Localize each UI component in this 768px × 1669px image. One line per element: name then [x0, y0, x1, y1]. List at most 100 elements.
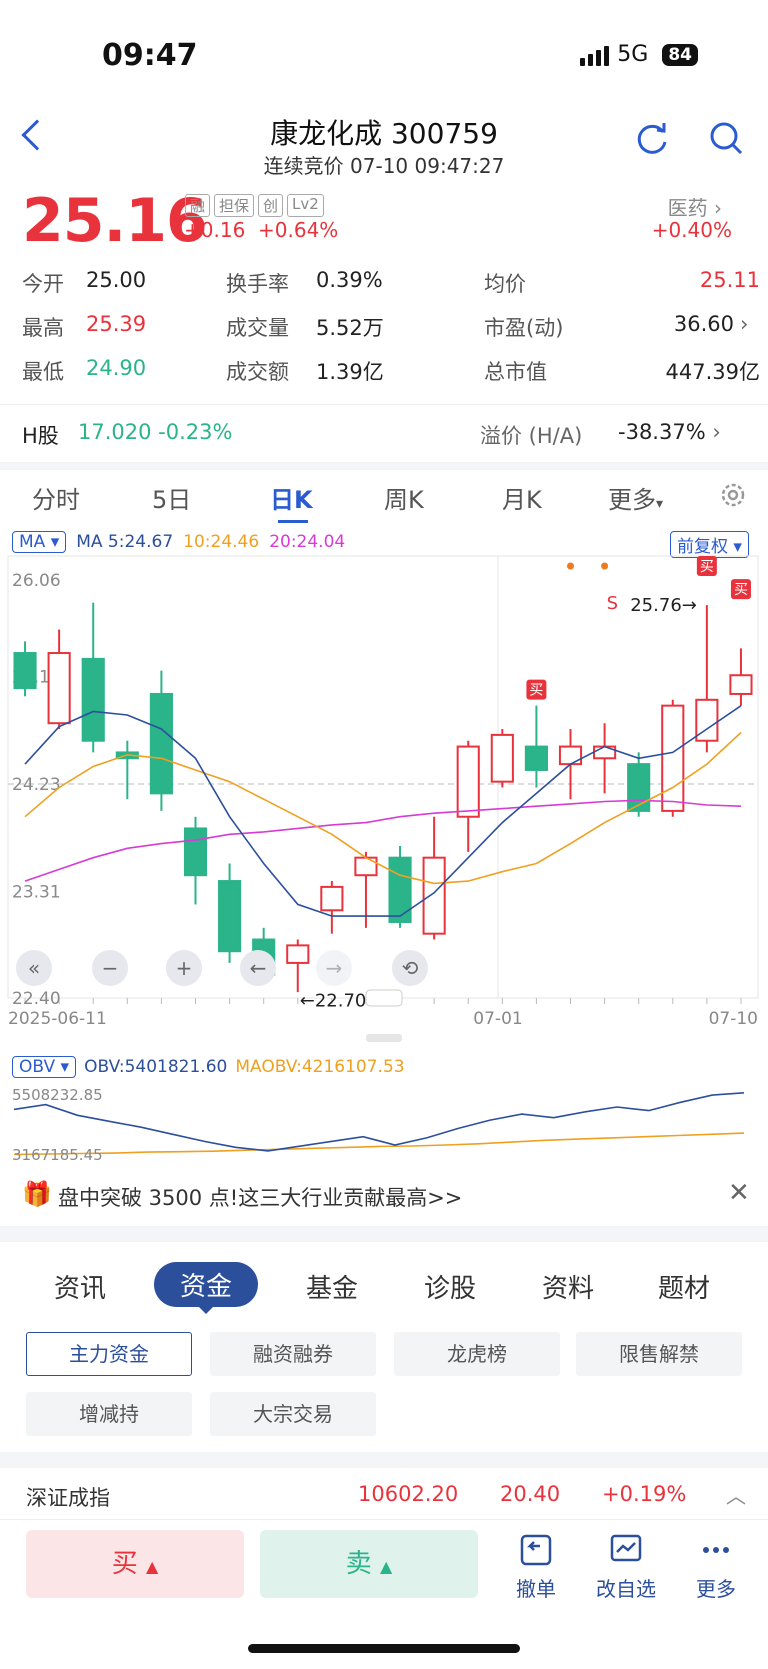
tab-intraday[interactable]: 分时	[32, 480, 80, 515]
tag-guarantee: 担保	[214, 194, 255, 217]
edit-watchlist-icon	[610, 1534, 642, 1562]
close-icon[interactable]: ✕	[728, 1178, 750, 1208]
stock-header: 康龙化成 300759 连续竞价 07-10 09:47:27	[0, 108, 768, 178]
tab-more[interactable]: 更多▾	[608, 480, 663, 515]
stat-value: 447.39亿	[665, 360, 760, 384]
tab-diagnosis[interactable]: 诊股	[424, 1268, 476, 1305]
ma10-line	[24, 731, 742, 885]
sector-change: +0.40%	[651, 218, 732, 242]
chip-holdings-change[interactable]: 增减持	[26, 1392, 192, 1436]
buy-marker: 买	[734, 582, 748, 598]
candle-body	[183, 827, 208, 877]
x-tick-label: 07-10	[709, 1009, 758, 1029]
sell-marker: S	[607, 593, 618, 614]
cancel-order-button[interactable]: 撤单	[496, 1532, 576, 1602]
premium-number: -38.37%	[618, 420, 706, 444]
y-tick-label: 23.31	[12, 883, 61, 903]
chip-margin[interactable]: 融资融券	[210, 1332, 376, 1376]
last-price: 25.16	[22, 186, 208, 256]
buy-marker: 买	[700, 559, 714, 575]
candle-body	[320, 885, 344, 912]
stat-label: 成交额	[226, 360, 289, 384]
gift-icon: 🎁	[22, 1180, 52, 1208]
candle-body	[490, 733, 514, 783]
stat-value: 25.39	[86, 312, 147, 336]
index-bar[interactable]: 深证成指 10602.20 20.40 +0.19% ︿	[0, 1468, 768, 1520]
more-button[interactable]: 更多	[676, 1532, 756, 1602]
pane-resize-handle	[366, 1034, 402, 1042]
section-gap	[0, 462, 768, 470]
hshare-label: H股	[22, 424, 59, 448]
chevron-up-icon[interactable]: ︿	[726, 1480, 746, 1509]
edit-watchlist-button[interactable]: 改自选	[586, 1532, 666, 1602]
notice-text: 盘中突破 3500 点!这三大行业贡献最高>>	[58, 1186, 463, 1210]
tag-chinext: 创	[258, 194, 284, 217]
candle-body	[456, 745, 480, 818]
stat-label: 均价	[484, 272, 526, 296]
candle-body	[13, 652, 37, 690]
chip-lockup[interactable]: 限售解禁	[576, 1332, 742, 1376]
premium-value[interactable]: -38.37% ›	[618, 420, 721, 444]
refresh-icon[interactable]	[632, 118, 672, 158]
candle-body	[558, 745, 583, 766]
edit-watchlist-label: 改自选	[596, 1577, 656, 1601]
sector-link[interactable]: 医药 ›	[668, 192, 722, 221]
tab-monthly-k[interactable]: 月K	[502, 480, 542, 515]
stat-value: 1.39亿	[316, 360, 384, 384]
scroll-left-icon[interactable]: ←	[240, 950, 276, 986]
chip-dragon-tiger[interactable]: 龙虎榜	[394, 1332, 560, 1376]
active-tab-indicator	[278, 520, 308, 523]
chart-drag-handle	[365, 989, 403, 1007]
index-value: 10602.20	[358, 1482, 459, 1506]
zoom-out-icon[interactable]: −	[92, 950, 128, 986]
price-change: +0.16 +0.64%	[184, 218, 339, 242]
stat-label: 换手率	[226, 272, 289, 296]
chip-main-funds[interactable]: 主力资金	[26, 1332, 192, 1376]
chip-block-trade[interactable]: 大宗交易	[210, 1392, 376, 1436]
tab-fund[interactable]: 基金	[306, 1268, 358, 1305]
candle-body	[354, 856, 378, 877]
divider	[0, 404, 768, 405]
tab-5day[interactable]: 5日	[152, 480, 191, 515]
tab-more-label: 更多	[608, 486, 656, 514]
tab-news[interactable]: 资讯	[54, 1268, 106, 1305]
scroll-start-icon[interactable]: «	[16, 950, 52, 986]
buy-marker: 买	[529, 683, 543, 699]
candle-body	[661, 704, 685, 812]
tab-weekly-k[interactable]: 周K	[384, 480, 424, 515]
notice-banner[interactable]: 🎁 盘中突破 3500 点!这三大行业贡献最高>> ✕	[0, 1172, 768, 1222]
tab-funds-flow[interactable]: 资金	[154, 1262, 259, 1307]
zoom-in-icon[interactable]: +	[166, 950, 202, 986]
caret-up-icon: ▲	[379, 1557, 393, 1576]
stat-value: 25.11	[699, 268, 760, 292]
index-change: 20.40	[500, 1482, 561, 1506]
chevron-right-icon: ›	[714, 196, 722, 220]
chevron-right-icon[interactable]: ›	[740, 312, 748, 336]
stat-label: 最低	[22, 360, 64, 384]
sell-button[interactable]: 卖 ▲	[260, 1530, 478, 1598]
candle-body	[47, 652, 71, 725]
stat-label: 成交量	[226, 316, 289, 340]
tab-profile[interactable]: 资料	[542, 1268, 594, 1305]
hshare-change: -0.23%	[158, 420, 233, 444]
settings-icon[interactable]	[718, 480, 748, 510]
stat-value: 36.60	[673, 312, 734, 336]
stat-value: 25.00	[86, 268, 147, 292]
candle-body	[218, 880, 242, 953]
status-time: 09:47	[102, 38, 198, 73]
tab-theme[interactable]: 题材	[658, 1268, 710, 1305]
candle-body	[388, 856, 412, 923]
search-icon[interactable]	[706, 118, 746, 158]
x-tick-label: 2025-06-11	[8, 1009, 107, 1029]
high-annotation: 25.76→	[630, 595, 697, 616]
tab-daily-k[interactable]: 日K	[270, 480, 313, 515]
tag-margin: 融	[185, 194, 211, 217]
obv-chart: 5508232.85 3167185.45	[12, 1086, 745, 1164]
stat-label: 最高	[22, 316, 64, 340]
buy-button[interactable]: 买 ▲	[26, 1530, 244, 1598]
obv-selector-label: OBV	[19, 1057, 56, 1077]
obv-selector[interactable]: OBV ▾	[12, 1056, 77, 1078]
scroll-right-icon[interactable]: →	[316, 950, 352, 986]
status-bar: 09:47 5G 84	[0, 0, 768, 110]
rotate-icon[interactable]: ⟲	[392, 950, 428, 986]
